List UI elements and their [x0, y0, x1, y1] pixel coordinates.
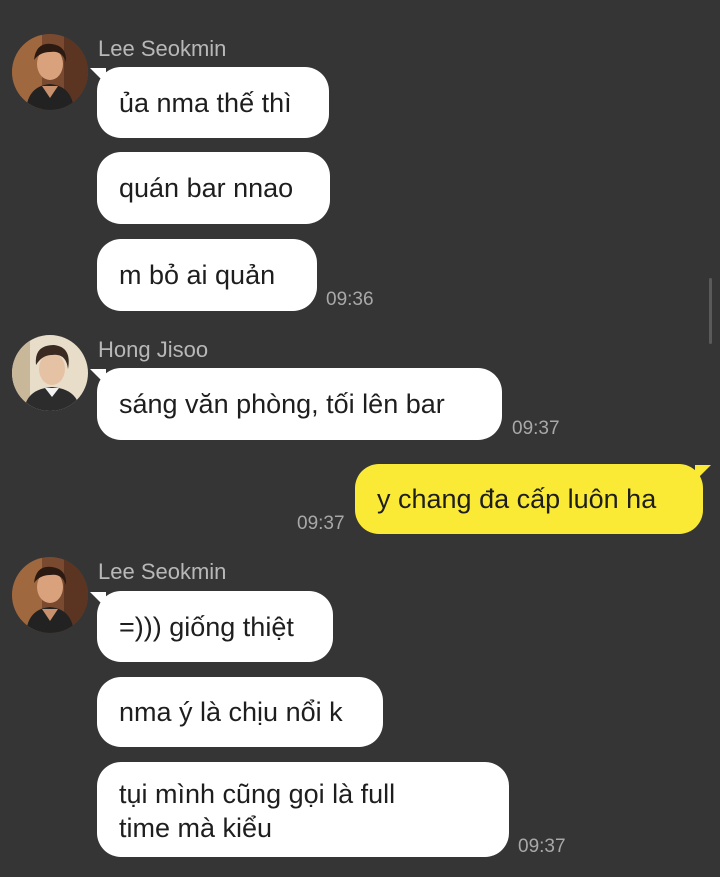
message-text: m bỏ ai quản: [119, 260, 276, 290]
message-timestamp: 09:37: [518, 836, 566, 857]
outgoing-message-bubble[interactable]: y chang đa cấp luôn ha: [355, 464, 703, 534]
hong-jisoo-avatar[interactable]: [12, 335, 88, 411]
message-text: nma ý là chịu nổi k: [119, 697, 343, 727]
sender-name: Lee Seokmin: [98, 36, 227, 61]
message-bubble[interactable]: quán bar nnao: [97, 152, 330, 224]
message-bubble[interactable]: nma ý là chịu nổi k: [97, 677, 383, 747]
message-bubble[interactable]: sáng văn phòng, tối lên bar: [97, 368, 502, 440]
sender-name: Lee Seokmin: [98, 559, 227, 584]
lee-seokmin-avatar[interactable]: [12, 34, 88, 110]
lee-seokmin-avatar[interactable]: [12, 557, 88, 633]
message-text: sáng văn phòng, tối lên bar: [119, 389, 445, 419]
message-bubble[interactable]: ủa nma thế thì: [97, 67, 329, 138]
message-text: tụi mình cũng gọi là full time mà kiểu: [119, 779, 396, 843]
message-bubble[interactable]: tụi mình cũng gọi là full time mà kiểu: [97, 762, 509, 857]
scrollbar[interactable]: [709, 278, 712, 344]
sender-name: Hong Jisoo: [98, 337, 209, 362]
message-timestamp: 09:37: [512, 418, 560, 439]
message-bubble[interactable]: =))) giống thiệt: [97, 591, 333, 662]
avatar-icon: [12, 557, 88, 633]
avatar-icon: [12, 34, 88, 110]
message-timestamp: 09:37: [297, 513, 345, 534]
message-timestamp: 09:36: [326, 289, 374, 310]
message-text: ủa nma thế thì: [119, 87, 292, 118]
message-text: y chang đa cấp luôn ha: [377, 484, 657, 514]
message-text: =))) giống thiệt: [119, 611, 294, 642]
chat-screen: { "colors": { "background": "#353535", "…: [0, 0, 720, 877]
message-text: quán bar nnao: [119, 173, 294, 203]
avatar-icon: [12, 335, 88, 411]
message-bubble[interactable]: m bỏ ai quản: [97, 239, 317, 311]
